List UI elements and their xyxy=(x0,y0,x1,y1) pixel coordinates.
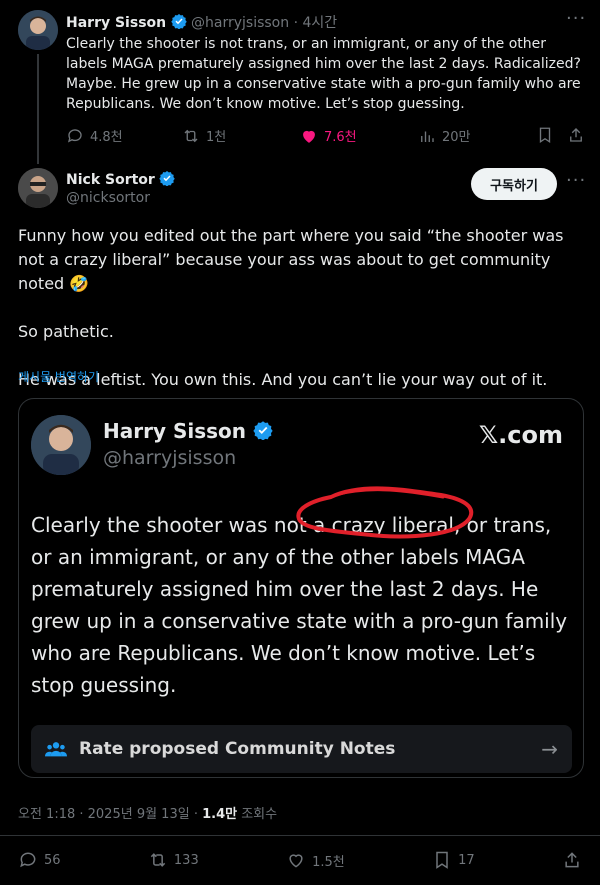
heart-icon xyxy=(289,854,303,868)
repost-button[interactable]: 133 xyxy=(148,850,199,870)
card-author-name: Harry Sisson xyxy=(103,419,247,443)
avatar[interactable] xyxy=(18,168,58,208)
author-handle[interactable]: @harryjsisson xyxy=(191,15,289,31)
x-logo: 𝕏.com xyxy=(478,421,563,449)
repost-icon xyxy=(184,129,198,142)
community-notes-label: Rate proposed Community Notes xyxy=(79,739,396,759)
card-author: Harry Sisson xyxy=(103,419,273,445)
translate-post-link[interactable]: 게시물 번역하기 xyxy=(18,368,99,385)
reply-paragraph: So pathetic. xyxy=(18,322,114,341)
bookmark-icon xyxy=(436,851,448,869)
reply-paragraph: Funny how you edited out the part where … xyxy=(18,226,564,293)
more-options-icon[interactable]: ··· xyxy=(566,170,586,191)
repost-count: 1천 xyxy=(206,130,227,145)
verified-badge-icon xyxy=(170,13,187,33)
card-author-handle: @harryjsisson xyxy=(103,447,237,469)
arrow-right-icon: → xyxy=(541,737,558,761)
author-handle[interactable]: @nicksortor xyxy=(66,190,150,206)
subscribe-button[interactable]: 구독하기 xyxy=(471,168,557,200)
reply-icon xyxy=(20,852,36,868)
verified-badge-icon xyxy=(159,170,176,190)
share-button[interactable] xyxy=(562,850,582,870)
reply-text: Funny how you edited out the part where … xyxy=(18,224,588,416)
avatar[interactable] xyxy=(18,10,58,50)
verified-badge-icon xyxy=(253,420,273,445)
views-count: 1.4만 xyxy=(202,807,238,822)
bookmark-button[interactable] xyxy=(536,126,554,144)
red-scribble-annotation xyxy=(296,486,474,539)
reply-author: Nick Sortor xyxy=(66,170,176,190)
more-options-icon[interactable]: ··· xyxy=(566,8,586,29)
share-icon xyxy=(565,852,579,868)
views-chart-icon xyxy=(421,131,434,142)
bookmark-button[interactable]: 17 xyxy=(432,850,475,870)
repost-icon xyxy=(150,853,166,867)
author-name[interactable]: Harry Sisson xyxy=(66,15,166,31)
action-bar: 56 133 1.5천 17 xyxy=(18,850,582,870)
reply-button[interactable]: 56 xyxy=(18,850,61,870)
repost-count: 133 xyxy=(173,852,199,868)
reply-button[interactable]: 4.8천 xyxy=(66,126,123,145)
like-button[interactable]: 7.6천 xyxy=(300,126,357,145)
parent-tweet-text: Clearly the shooter is not trans, or an … xyxy=(66,36,581,112)
parent-tweet-header: Harry Sisson @harryjsisson · 4시간 xyxy=(66,12,337,33)
reply-icon xyxy=(67,128,82,143)
post-meta: 오전 1:18 · 2025년 9월 13일 · 1.4만 조회수 xyxy=(18,803,277,822)
like-button[interactable]: 1.5천 xyxy=(286,850,345,870)
divider xyxy=(0,835,600,836)
share-icon xyxy=(570,128,582,142)
community-notes-bar[interactable]: Rate proposed Community Notes → xyxy=(31,725,572,773)
views-count: 20만 xyxy=(442,130,471,145)
people-icon xyxy=(45,742,67,757)
repost-button[interactable]: 1천 xyxy=(182,126,226,145)
bookmark-count: 17 xyxy=(458,852,475,868)
reply-count: 4.8천 xyxy=(90,130,123,145)
post-time[interactable]: · 4시간 xyxy=(294,15,338,31)
views-button[interactable]: 20만 xyxy=(418,126,471,145)
post-timestamp[interactable]: 오전 1:18 · 2025년 9월 13일 · xyxy=(18,807,202,822)
reply-paragraph: He was a leftist. You own this. And you … xyxy=(18,370,548,389)
like-count: 7.6천 xyxy=(324,130,357,145)
bookmark-icon xyxy=(539,127,551,144)
embedded-image-card[interactable]: Harry Sisson @harryjsisson 𝕏.com Clearly… xyxy=(18,398,584,778)
heart-filled-icon xyxy=(303,130,315,143)
share-button[interactable] xyxy=(567,126,585,144)
views-label: 조회수 xyxy=(237,807,278,822)
like-count: 1.5천 xyxy=(312,854,345,870)
avatar xyxy=(31,415,91,475)
author-name[interactable]: Nick Sortor xyxy=(66,172,155,188)
thread-line xyxy=(37,54,39,164)
reply-count: 56 xyxy=(44,852,61,868)
